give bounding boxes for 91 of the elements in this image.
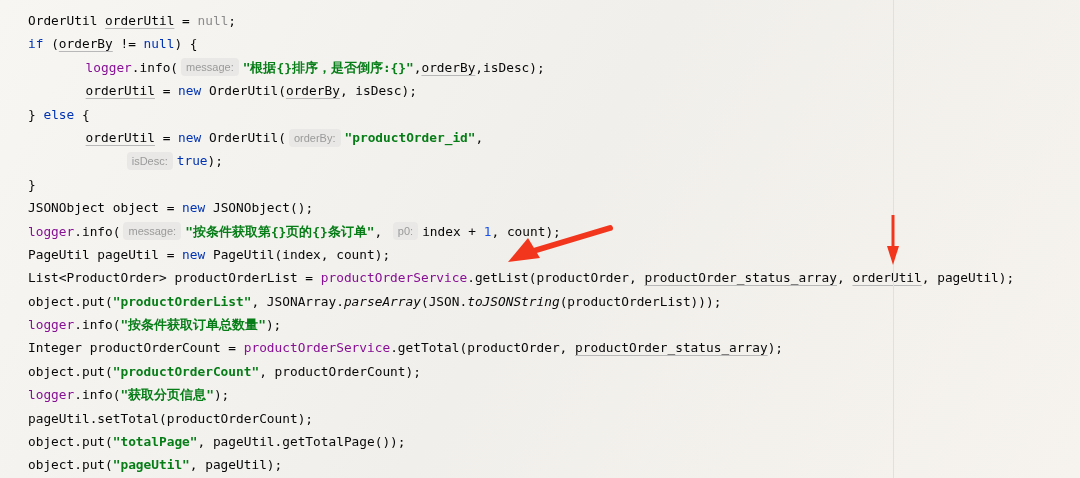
code-token: object.put(	[28, 362, 113, 381]
code-token: null	[143, 35, 175, 54]
code-token: productOrder_status_array	[575, 339, 768, 358]
code-token: orderUtil	[105, 12, 175, 30]
code-token: productOrderService	[243, 339, 391, 358]
code-token: .info(	[74, 316, 121, 335]
code-token: =	[161, 128, 172, 147]
code-token: index +	[422, 222, 478, 241]
code-token: "totalPage"	[112, 433, 198, 452]
code-token: true	[176, 152, 208, 171]
code-token: if	[28, 35, 44, 54]
code-token: JSONObject();	[211, 199, 314, 218]
code-token: , JSONArray.	[251, 292, 344, 311]
code-token: , count);	[491, 222, 561, 241]
code-token: orderUtil	[852, 269, 922, 288]
code-token: , pageUtil);	[189, 456, 283, 475]
code-token: "根据{}排序，是否倒序:{}"	[242, 58, 414, 77]
code-token: , productOrderCount);	[259, 362, 421, 381]
code-token: new	[178, 82, 202, 101]
code-token: OrderUtil(	[207, 128, 286, 147]
code-token: productOrderService	[320, 269, 468, 288]
code-token: logger	[85, 58, 132, 77]
code-token: ,	[413, 58, 422, 77]
annotation-arrow	[887, 215, 899, 265]
code-token: logger	[28, 386, 75, 405]
code-token: logger	[28, 222, 75, 241]
code-token: toJSONString	[467, 292, 560, 311]
code-token: orderUtil	[85, 128, 155, 147]
code-token: );	[767, 339, 784, 358]
code-token: PageUtil pageUtil =	[28, 245, 176, 264]
code-token: object.put(	[28, 292, 113, 311]
code-token: new	[182, 245, 206, 264]
code-token: orderUtil	[85, 82, 155, 101]
code-token: logger	[28, 316, 75, 335]
code-token: (JSON.	[420, 292, 468, 311]
parameter-hint: message:	[181, 58, 239, 77]
code-token: }	[28, 105, 37, 124]
code-token: =	[181, 12, 191, 30]
code-token: (	[50, 35, 59, 54]
parameter-hint: isDesc:	[126, 152, 173, 171]
code-token: object.put(	[28, 433, 113, 452]
code-token: .getList(productOrder,	[467, 269, 638, 288]
code-token: .info(	[131, 58, 179, 77]
code-token: new	[178, 128, 202, 147]
code-token: pageUtil.setTotal(productOrderCount);	[28, 409, 314, 428]
code-token: ,	[475, 128, 484, 147]
code-token: new	[182, 199, 206, 218]
code-token: , pageUtil.getTotalPage());	[197, 433, 406, 452]
code-token: 1	[483, 222, 492, 241]
code-token: OrderUtil	[28, 12, 99, 30]
code-token: object.put(	[28, 456, 113, 475]
code-token: );	[207, 152, 223, 171]
code-token: productOrder_status_array	[644, 269, 837, 288]
code-token: (productOrderList)));	[559, 292, 722, 311]
code-token: orderBy	[285, 82, 340, 101]
code-token: ,	[374, 222, 384, 241]
code-token: =	[161, 82, 172, 101]
code-token: {	[80, 105, 90, 124]
code-token: .info(	[74, 386, 121, 405]
code-token: parseArray	[343, 292, 421, 311]
code-token: ) {	[174, 35, 198, 54]
code-token: );	[213, 386, 230, 405]
code-token: orderBy	[421, 58, 476, 77]
code-token: OrderUtil(	[207, 82, 286, 101]
code-token: PageUtil(index, count);	[211, 245, 391, 264]
code-token: .getTotal(productOrder,	[390, 339, 569, 358]
code-token: Integer productOrderCount =	[28, 339, 238, 358]
code-token: "productOrder_id"	[344, 128, 476, 148]
code-token: "productOrderList"	[112, 292, 252, 311]
code-token: "获取分页信息"	[120, 386, 214, 405]
parameter-hint: p0:	[392, 222, 419, 241]
code-token: else	[43, 105, 75, 124]
code-token: ,	[837, 269, 846, 288]
code-token: "按条件获取订单总数量"	[120, 316, 266, 335]
code-token: null	[197, 12, 229, 30]
code-token: );	[265, 316, 282, 335]
code-token: , isDesc);	[339, 82, 417, 101]
code-token: ,isDesc);	[475, 58, 545, 77]
code-token: !=	[119, 35, 137, 54]
code-token: JSONObject object =	[28, 199, 176, 218]
code-token: ;	[228, 12, 237, 30]
code-token: .info(	[74, 222, 121, 241]
parameter-hint: message:	[123, 222, 182, 241]
code-token: "pageUtil"	[112, 456, 190, 475]
code-token: "productOrderCount"	[112, 362, 260, 381]
code-token: List<ProductOrder> productOrderList =	[28, 269, 315, 288]
code-token: "按条件获取第{}页的{}条订单"	[185, 222, 375, 241]
code-token: , pageUtil);	[921, 269, 1015, 288]
code-token: }	[28, 175, 36, 194]
code-token: orderBy	[58, 35, 113, 54]
parameter-hint: orderBy:	[288, 128, 341, 147]
